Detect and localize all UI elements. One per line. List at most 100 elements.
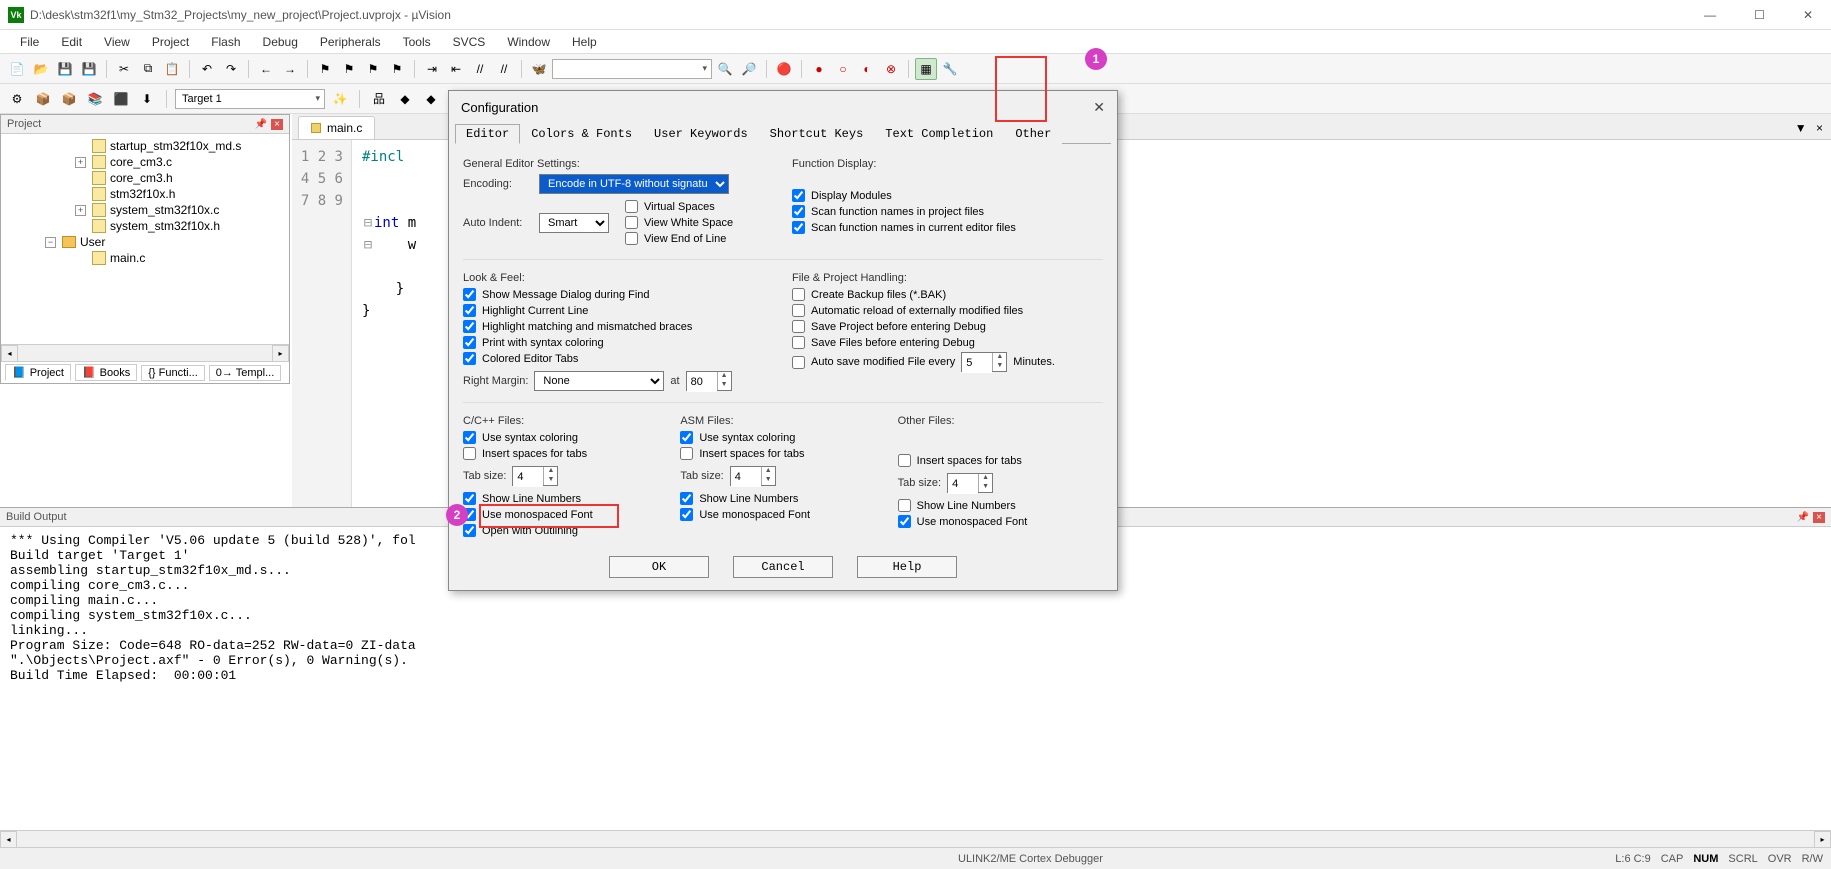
pack-installer-icon[interactable]: ◆ [420, 88, 442, 110]
asm-mono-checkbox[interactable] [680, 508, 693, 521]
help-button[interactable]: Help [857, 556, 957, 578]
pin-icon[interactable]: 📌 [255, 119, 267, 130]
bookmark-prev-icon[interactable]: ⚑ [338, 58, 360, 80]
bookmark-icon[interactable]: ⚑ [314, 58, 336, 80]
tab-books[interactable]: 📕 Books [75, 364, 137, 381]
autosave-checkbox[interactable] [792, 356, 805, 369]
bookmark-next-icon[interactable]: ⚑ [362, 58, 384, 80]
outdent-icon[interactable]: ⇤ [445, 58, 467, 80]
minimize-button[interactable]: — [1694, 4, 1726, 26]
tree-item[interactable]: stm32f10x.h [5, 186, 285, 202]
tree-item[interactable]: main.c [5, 250, 285, 266]
tree-item[interactable]: +core_cm3.c [5, 154, 285, 170]
bookmark-clear-icon[interactable]: ⚑ [386, 58, 408, 80]
cc-spaces-checkbox[interactable] [463, 447, 476, 460]
tree-item[interactable]: −User [5, 234, 285, 250]
save-icon[interactable]: 💾 [54, 58, 76, 80]
auto-reload-checkbox[interactable] [792, 304, 805, 317]
menu-debug[interactable]: Debug [253, 33, 308, 51]
find-combo[interactable] [552, 59, 712, 79]
highlight-braces-checkbox[interactable] [463, 320, 476, 333]
breakpoint-enable-icon[interactable]: ◐ [856, 58, 878, 80]
scan-editor-checkbox[interactable] [792, 221, 805, 234]
scroll-left-icon[interactable]: ◂ [0, 831, 17, 848]
highlight-line-checkbox[interactable] [463, 304, 476, 317]
menu-edit[interactable]: Edit [51, 33, 92, 51]
scan-project-checkbox[interactable] [792, 205, 805, 218]
new-file-icon[interactable]: 📄 [6, 58, 28, 80]
tab-project[interactable]: 📘 Project [5, 364, 71, 381]
copy-icon[interactable]: ⧉ [137, 58, 159, 80]
dlg-tab-colors[interactable]: Colors & Fonts [520, 124, 643, 144]
asm-tabsize-spinner[interactable]: ▲▼ [730, 466, 776, 486]
dlg-tab-keywords[interactable]: User Keywords [643, 124, 759, 144]
save-files-debug-checkbox[interactable] [792, 336, 805, 349]
cancel-button[interactable]: Cancel [733, 556, 833, 578]
editor-close-icon[interactable]: × [1816, 121, 1823, 135]
close-panel-icon[interactable]: × [1813, 512, 1825, 523]
tab-functions[interactable]: {} Functi... [141, 365, 205, 381]
dlg-tab-editor[interactable]: Editor [455, 124, 520, 144]
project-tree[interactable]: startup_stm32f10x_md.s+core_cm3.ccore_cm… [1, 134, 289, 344]
right-margin-select[interactable]: None [534, 371, 664, 391]
incremental-find-icon[interactable]: 🔎 [738, 58, 760, 80]
dlg-tab-completion[interactable]: Text Completion [874, 124, 1004, 144]
tree-item[interactable]: core_cm3.h [5, 170, 285, 186]
colored-tabs-checkbox[interactable] [463, 352, 476, 365]
right-margin-at-spinner[interactable]: ▲▼ [686, 371, 732, 391]
breakpoint-disable-icon[interactable]: ○ [832, 58, 854, 80]
autoindent-select[interactable]: Smart [539, 213, 609, 233]
asm-linenum-checkbox[interactable] [680, 492, 693, 505]
breakpoint-kill-icon[interactable]: ⊗ [880, 58, 902, 80]
stop-build-icon[interactable]: ⬛ [110, 88, 132, 110]
cc-linenum-checkbox[interactable] [463, 492, 476, 505]
nav-back-icon[interactable]: ← [255, 58, 277, 80]
tree-item[interactable]: system_stm32f10x.h [5, 218, 285, 234]
dlg-tab-shortcuts[interactable]: Shortcut Keys [759, 124, 875, 144]
menu-project[interactable]: Project [142, 33, 199, 51]
print-syntax-checkbox[interactable] [463, 336, 476, 349]
other-spaces-checkbox[interactable] [898, 454, 911, 467]
config-icon[interactable]: 🔧 [939, 58, 961, 80]
other-tabsize-spinner[interactable]: ▲▼ [947, 473, 993, 493]
breakpoint-insert-icon[interactable]: ● [808, 58, 830, 80]
cc-syntax-checkbox[interactable] [463, 431, 476, 444]
undo-icon[interactable]: ↶ [196, 58, 218, 80]
other-linenum-checkbox[interactable] [898, 499, 911, 512]
save-project-debug-checkbox[interactable] [792, 320, 805, 333]
tree-item[interactable]: +system_stm32f10x.c [5, 202, 285, 218]
batch-build-icon[interactable]: 📚 [84, 88, 106, 110]
menu-flash[interactable]: Flash [201, 33, 250, 51]
autosave-minutes-spinner[interactable]: ▲▼ [961, 352, 1007, 372]
cc-outline-checkbox[interactable] [463, 524, 476, 537]
rebuild-icon[interactable]: 📦 [58, 88, 80, 110]
editor-dropdown-icon[interactable]: ▼ [1795, 121, 1807, 135]
manage-packs-icon[interactable]: ◆ [394, 88, 416, 110]
paste-icon[interactable]: 📋 [161, 58, 183, 80]
find-icon[interactable]: 🦋 [528, 58, 550, 80]
close-panel-icon[interactable]: × [271, 119, 283, 130]
show-msg-dialog-checkbox[interactable] [463, 288, 476, 301]
close-button[interactable]: ✕ [1793, 4, 1823, 26]
dialog-close-icon[interactable]: ✕ [1093, 99, 1105, 116]
cc-tabsize-spinner[interactable]: ▲▼ [512, 466, 558, 486]
view-eol-checkbox[interactable] [625, 232, 638, 245]
download-icon[interactable]: ⬇ [136, 88, 158, 110]
menu-window[interactable]: Window [497, 33, 560, 51]
manage-project-icon[interactable]: 品 [368, 88, 390, 110]
editor-tab-main-c[interactable]: main.c [298, 116, 375, 139]
pin-icon[interactable]: 📌 [1797, 512, 1809, 523]
comment-icon[interactable]: // [469, 58, 491, 80]
encoding-select[interactable]: Encode in UTF-8 without signature [539, 174, 729, 194]
nav-fwd-icon[interactable]: → [279, 58, 301, 80]
scroll-left-icon[interactable]: ◂ [1, 345, 18, 362]
scroll-right-icon[interactable]: ▸ [272, 345, 289, 362]
asm-syntax-checkbox[interactable] [680, 431, 693, 444]
menu-file[interactable]: File [10, 33, 49, 51]
menu-peripherals[interactable]: Peripherals [310, 33, 391, 51]
dlg-tab-other[interactable]: Other [1004, 124, 1062, 144]
ok-button[interactable]: OK [609, 556, 709, 578]
open-file-icon[interactable]: 📂 [30, 58, 52, 80]
redo-icon[interactable]: ↷ [220, 58, 242, 80]
tab-templates[interactable]: 0→ Templ... [209, 365, 282, 381]
